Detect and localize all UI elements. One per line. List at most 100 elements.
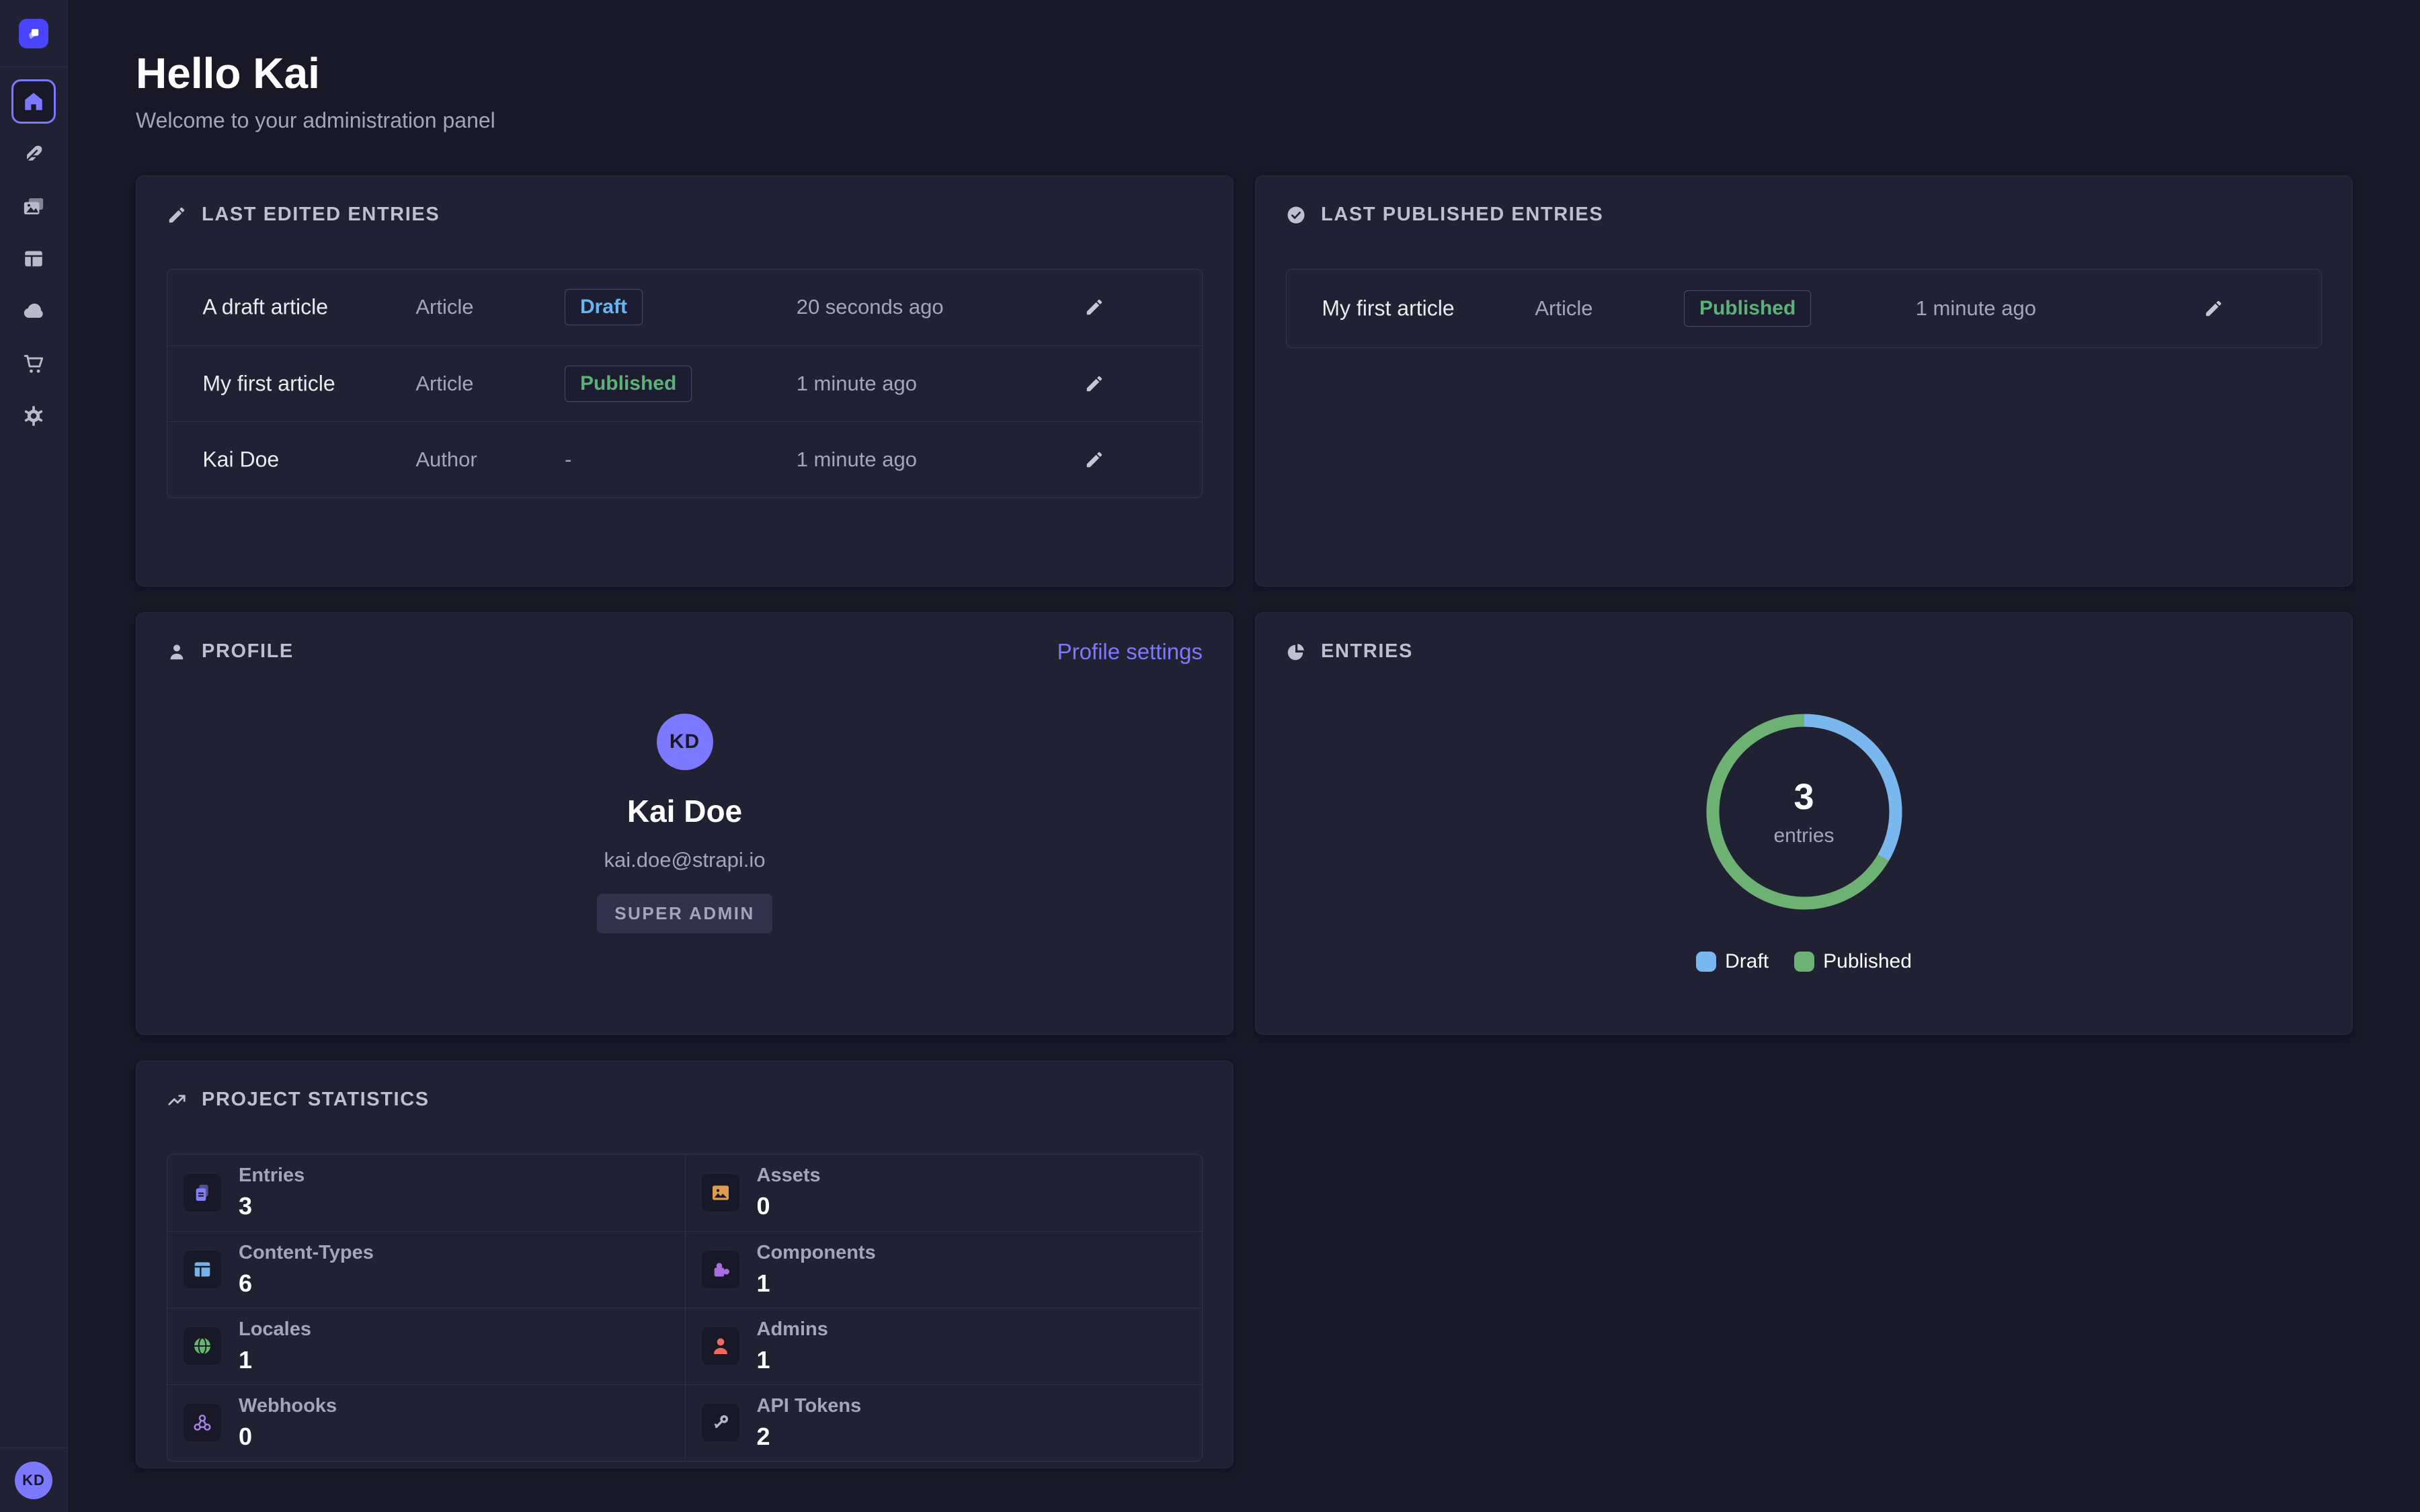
entry-time: 20 seconds ago	[797, 295, 944, 319]
assets-image-icon	[710, 1182, 731, 1204]
strapi-logo[interactable]	[19, 19, 48, 48]
logo-wrap	[0, 0, 67, 67]
content-types-icon	[192, 1259, 213, 1280]
stat-text: Assets 0	[757, 1165, 821, 1220]
admins-user-icon	[710, 1335, 731, 1357]
stat-cell-webhooks: Webhooks 0	[167, 1384, 685, 1461]
stat-label: Admins	[757, 1318, 828, 1341]
stat-cell-admins: Admins 1	[685, 1308, 1203, 1384]
entries-file-icon	[192, 1182, 213, 1204]
stat-value: 1	[757, 1269, 876, 1298]
api-tokens-key-icon	[710, 1412, 731, 1433]
stat-label: Locales	[239, 1318, 311, 1341]
entry-type: Author	[415, 448, 477, 472]
feather-icon	[22, 142, 45, 165]
status-badge: Published	[565, 366, 692, 402]
entry-title: Kai Doe	[202, 447, 279, 472]
stat-label: API Tokens	[757, 1395, 862, 1417]
card-header: LAST PUBLISHED ENTRIES	[1286, 203, 2322, 227]
page-title: Hello Kai	[136, 50, 2353, 97]
check-circle-icon	[1286, 205, 1306, 225]
pie-chart-icon	[1286, 642, 1306, 662]
stat-text: Admins 1	[757, 1318, 828, 1374]
stat-tile	[184, 1174, 221, 1212]
stat-text: Content-Types 6	[239, 1242, 374, 1298]
sidebar-item-marketplace[interactable]	[11, 341, 56, 386]
webhooks-icon	[192, 1412, 213, 1433]
status-cell: -	[565, 448, 571, 472]
entry-time: 1 minute ago	[1916, 296, 2036, 321]
status-value: -	[565, 448, 571, 471]
stat-text: Components 1	[757, 1242, 876, 1298]
entry-title: My first article	[202, 371, 335, 396]
legend-item-draft: Draft	[1696, 950, 1769, 973]
sidebar-item-content-manager[interactable]	[11, 132, 56, 176]
card-header: PROJECT STATISTICS	[167, 1088, 1203, 1112]
stat-cell-content-types: Content-Types 6	[167, 1231, 685, 1308]
page-subtitle: Welcome to your administration panel	[136, 108, 2353, 133]
entry-type: Article	[415, 295, 473, 319]
profile-settings-link[interactable]: Profile settings	[1057, 639, 1203, 665]
card-title: ENTRIES	[1321, 640, 1413, 663]
pencil-icon	[1084, 450, 1104, 470]
entries-donut-chart: 3 entries	[1697, 704, 1912, 919]
strapi-admin-dashboard: { "colors": { "page_bg": "#181826", "car…	[0, 0, 2420, 1512]
entry-title: My first article	[1322, 296, 1454, 321]
edit-entry-button[interactable]	[1084, 374, 1104, 394]
last-edited-entries-card: LAST EDITED ENTRIES A draft article Arti…	[136, 175, 1234, 587]
draft-swatch	[1696, 952, 1716, 972]
stat-label: Assets	[757, 1165, 821, 1187]
stat-value: 2	[757, 1423, 862, 1451]
sidebar-item-media-library[interactable]	[11, 184, 56, 228]
stat-value: 1	[239, 1346, 311, 1374]
card-title: PROFILE	[202, 640, 294, 663]
stat-value: 3	[239, 1192, 305, 1220]
stat-label: Components	[757, 1242, 876, 1264]
stat-value: 0	[757, 1192, 821, 1220]
table-row: Kai Doe Author - 1 minute ago	[167, 421, 1202, 497]
sidebar-footer: KD	[0, 1447, 67, 1512]
stat-tile	[184, 1251, 221, 1288]
sidebar-item-home[interactable]	[11, 79, 56, 124]
published-swatch	[1794, 952, 1814, 972]
sidebar-item-deploy[interactable]	[11, 289, 56, 333]
stat-tile	[702, 1251, 739, 1288]
chart-legend: Draft Published	[1696, 950, 1912, 973]
last-published-table: My first article Article Published 1 min…	[1286, 269, 2322, 348]
pencil-icon	[2204, 298, 2224, 319]
profile-body: KD Kai Doe kai.doe@strapi.io SUPER ADMIN	[167, 714, 1203, 933]
sidebar-item-settings[interactable]	[11, 394, 56, 438]
status-cell: Published	[1684, 290, 1811, 327]
stat-cell-locales: Locales 1	[167, 1308, 685, 1384]
sidebar-item-content-type-builder[interactable]	[11, 237, 56, 281]
legend-label: Published	[1823, 950, 1912, 973]
stat-label: Webhooks	[239, 1395, 337, 1417]
stat-text: Webhooks 0	[239, 1395, 337, 1451]
table-row: A draft article Article Draft 20 seconds…	[167, 269, 1202, 345]
locales-globe-icon	[192, 1335, 213, 1357]
project-statistics-card: PROJECT STATISTICS Entries 3	[136, 1060, 1234, 1468]
sidebar: KD	[0, 0, 68, 1512]
entries-unit: entries	[1773, 825, 1834, 847]
stat-value: 1	[757, 1346, 828, 1374]
edit-entry-button[interactable]	[1084, 297, 1104, 317]
marketplace-cart-icon	[22, 352, 45, 375]
settings-gear-icon	[22, 405, 45, 427]
edit-entry-button[interactable]	[2204, 298, 2224, 319]
stat-cell-assets: Assets 0	[685, 1154, 1203, 1231]
stat-tile	[702, 1327, 739, 1365]
edit-entry-button[interactable]	[1084, 450, 1104, 470]
entry-title: A draft article	[202, 295, 328, 320]
user-avatar[interactable]: KD	[15, 1462, 52, 1499]
profile-email: kai.doe@strapi.io	[604, 848, 766, 872]
entry-time: 1 minute ago	[797, 372, 917, 396]
entries-donut-wrap: 3 entries Draft Publ	[1286, 704, 2322, 973]
pencil-icon	[1084, 297, 1104, 317]
entries-chart-card: ENTRIES 3 entries	[1255, 612, 2353, 1035]
stat-cell-components: Components 1	[685, 1231, 1203, 1308]
stat-cell-entries: Entries 3	[167, 1154, 685, 1231]
stat-text: API Tokens 2	[757, 1395, 862, 1451]
card-header-left: PROFILE	[167, 640, 294, 663]
pencil-icon	[1084, 374, 1104, 394]
status-cell: Draft	[565, 289, 643, 325]
